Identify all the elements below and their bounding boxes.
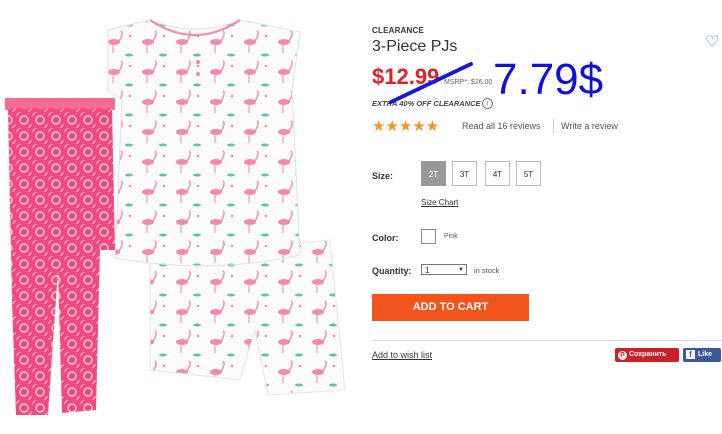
- divider: [553, 119, 554, 133]
- quantity-label: Quantity:: [372, 266, 412, 276]
- top-shirt: [107, 19, 301, 267]
- add-to-cart-button[interactable]: ADD TO CART: [372, 294, 529, 321]
- size-option-3t[interactable]: 3T: [452, 161, 477, 186]
- rating-stars-icon: ★★★★★: [372, 118, 440, 135]
- price-strike-annotation: [389, 62, 473, 104]
- color-label: Color:: [372, 233, 399, 243]
- size-option-5t[interactable]: 5T: [516, 161, 541, 186]
- color-name: Pink: [444, 233, 458, 240]
- size-option-2t[interactable]: 2T: [421, 161, 446, 186]
- favorite-heart-icon[interactable]: ♡: [705, 32, 719, 52]
- color-swatch-pink[interactable]: [421, 229, 436, 244]
- pajama-set-illustration: [5, 19, 346, 415]
- quantity-value: 1: [425, 266, 430, 275]
- add-to-wish-list-link[interactable]: Add to wish list: [372, 350, 432, 360]
- size-label: Size:: [372, 171, 394, 181]
- size-chart-link[interactable]: Size Chart: [421, 198, 458, 207]
- info-icon[interactable]: i: [482, 98, 493, 109]
- pants: [8, 108, 115, 415]
- size-option-4t[interactable]: 4T: [485, 161, 510, 186]
- quantity-select[interactable]: 1 ▼: [421, 264, 467, 275]
- annotated-price: 7.79$: [493, 55, 604, 104]
- read-reviews-link[interactable]: Read all 16 reviews: [462, 121, 541, 131]
- facebook-icon: f: [686, 350, 695, 359]
- pinterest-icon: P: [618, 351, 627, 360]
- clearance-badge: CLEARANCE: [372, 26, 425, 35]
- product-image[interactable]: [0, 0, 350, 429]
- pinterest-save-button[interactable]: P Сохранить: [615, 348, 679, 362]
- facebook-label: Like: [698, 351, 713, 358]
- stock-status: in stock: [474, 266, 500, 275]
- facebook-like-button[interactable]: f Like: [683, 348, 721, 362]
- write-review-link[interactable]: Write a review: [561, 121, 618, 131]
- chevron-down-icon: ▼: [458, 267, 464, 273]
- product-title: 3-Piece PJs: [372, 38, 458, 55]
- divider: [372, 340, 722, 341]
- pinterest-label: Сохранить: [629, 351, 667, 358]
